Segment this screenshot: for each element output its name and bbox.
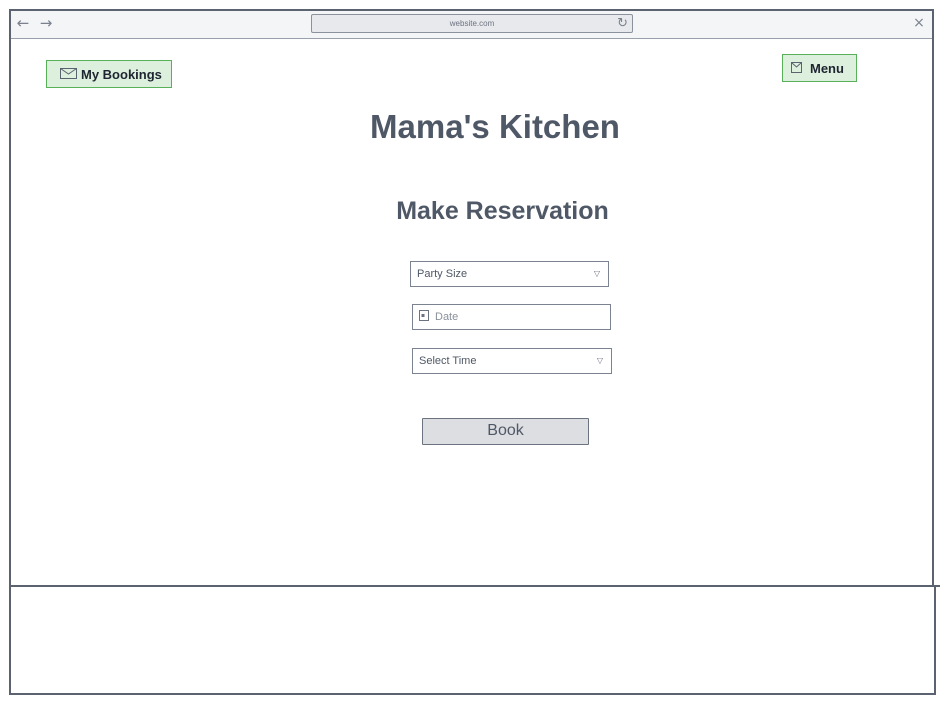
browser-toolbar: ← → website.com ↻ × <box>11 11 932 39</box>
page-title: Mama's Kitchen <box>370 108 620 145</box>
reload-icon[interactable]: ↻ <box>617 16 628 31</box>
menu-label: Menu <box>810 60 844 76</box>
time-select[interactable]: Select Time ▽ <box>412 348 612 374</box>
date-input[interactable]: Date <box>412 304 611 330</box>
my-bookings-label: My Bookings <box>81 66 162 82</box>
envelope-icon <box>791 61 802 76</box>
url-text: website.com <box>449 19 495 28</box>
section-heading: Make Reservation <box>396 197 609 225</box>
forward-arrow-icon[interactable]: → <box>38 15 54 31</box>
menu-button[interactable]: Menu <box>782 54 857 82</box>
date-placeholder: Date <box>435 311 459 323</box>
book-button[interactable]: Book <box>422 418 589 445</box>
address-bar[interactable]: website.com ↻ <box>311 14 633 33</box>
back-arrow-icon[interactable]: ← <box>15 15 31 31</box>
party-size-label: Party Size <box>417 268 468 280</box>
time-label: Select Time <box>419 355 477 367</box>
browser-window: ← → website.com ↻ × <box>9 9 934 585</box>
chevron-down-icon: ▽ <box>596 356 603 365</box>
chevron-down-icon: ▽ <box>593 269 600 278</box>
calendar-icon <box>419 310 429 324</box>
party-size-select[interactable]: Party Size ▽ <box>410 261 609 287</box>
envelope-icon <box>60 67 77 82</box>
footer-area <box>9 587 936 695</box>
my-bookings-button[interactable]: My Bookings <box>46 60 172 88</box>
close-icon[interactable]: × <box>911 15 927 31</box>
